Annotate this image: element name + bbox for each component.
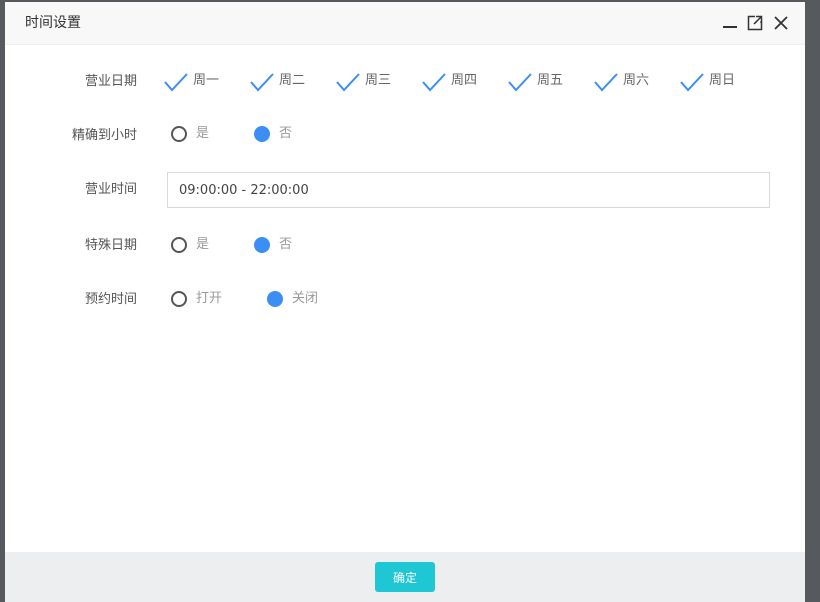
dialog-title: 时间设置 [25,15,81,31]
precise-hour-yes-radio[interactable]: 是 [171,126,221,146]
radio-unchecked-icon [171,291,187,307]
checkmark-icon [507,72,533,94]
radio-unchecked-icon [171,126,187,142]
dialog-footer: 确定 [5,552,805,602]
day-label: 周四 [451,73,478,88]
checkmark-icon [593,72,619,94]
booking-time-label: 预约时间 [84,292,137,307]
day-label: 周五 [537,73,564,88]
radio-checked-icon [267,291,283,307]
radio-label: 否 [279,126,293,141]
radio-label: 是 [196,126,210,141]
radio-checked-icon [254,237,270,253]
checkmark-icon [421,72,447,94]
dialog-titlebar: 时间设置 [5,2,805,45]
radio-label: 关闭 [292,291,319,306]
day-checkbox[interactable]: 周日 [679,72,743,96]
checkmark-icon [163,72,189,94]
maximize-icon[interactable] [746,14,764,32]
booking-time-open-radio[interactable]: 打开 [171,291,235,311]
day-checkbox[interactable]: 周六 [593,72,657,96]
radio-label: 打开 [196,291,223,306]
day-label: 周六 [623,73,650,88]
day-label: 周二 [279,73,306,88]
close-icon[interactable] [772,14,790,32]
minimize-icon[interactable] [721,14,739,32]
time-settings-dialog: 时间设置 营业日期 周一 周二 周三 周四 周五 周六 周日 精确到小时 是 否 营业时间 … [5,2,805,602]
radio-checked-icon [254,126,270,142]
radio-label: 是 [196,237,210,252]
radio-unchecked-icon [171,237,187,253]
day-checkbox[interactable]: 周二 [249,72,313,96]
checkmark-icon [679,72,705,94]
day-checkbox[interactable]: 周四 [421,72,485,96]
checkmark-icon [335,72,361,94]
day-checkbox[interactable]: 周一 [163,72,227,96]
precise-hour-label: 精确到小时 [71,128,137,143]
booking-time-close-radio[interactable]: 关闭 [267,291,331,311]
day-label: 周日 [709,73,736,88]
business-hours-label: 营业时间 [84,182,137,197]
day-checkbox[interactable]: 周五 [507,72,571,96]
checkmark-icon [249,72,275,94]
business-hours-input[interactable] [167,172,770,208]
day-label: 周三 [365,73,392,88]
special-dates-label: 特殊日期 [84,238,137,253]
precise-hour-no-radio[interactable]: 否 [254,126,304,146]
special-dates-no-radio[interactable]: 否 [254,237,304,257]
business-days-label: 营业日期 [84,74,137,89]
special-dates-yes-radio[interactable]: 是 [171,237,221,257]
radio-label: 否 [279,237,293,252]
confirm-button[interactable]: 确定 [375,562,435,592]
day-checkbox[interactable]: 周三 [335,72,399,96]
day-label: 周一 [193,73,220,88]
